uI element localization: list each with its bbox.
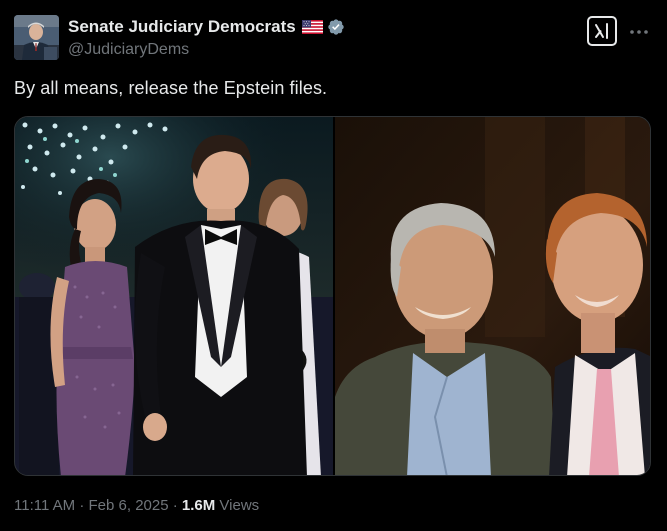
more-options-button[interactable] — [628, 22, 650, 42]
post: Senate Judiciary Democrats @JudiciaryDem… — [0, 0, 667, 531]
photo-1-image — [15, 117, 333, 475]
media-photo-1[interactable] — [15, 117, 333, 475]
verified-badge-icon[interactable] — [327, 18, 345, 36]
post-time[interactable]: 11:11 AM — [14, 497, 75, 514]
views-count[interactable]: 1.6M — [182, 497, 215, 514]
meta-separator: · — [168, 497, 182, 514]
views-label: Views — [215, 497, 260, 514]
author-info[interactable]: Senate Judiciary Democrats @JudiciaryDem… — [68, 16, 345, 59]
grok-button[interactable] — [587, 16, 617, 46]
author-handle[interactable]: @JudiciaryDems — [68, 41, 345, 59]
us-flag-icon — [301, 20, 323, 34]
author-name-row: Senate Judiciary Democrats — [68, 16, 345, 38]
author-display-name[interactable]: Senate Judiciary Democrats — [68, 17, 296, 37]
post-text: By all means, release the Epstein files. — [14, 78, 328, 98]
media-photo-2[interactable] — [335, 117, 650, 475]
author-avatar[interactable] — [14, 15, 59, 60]
grok-icon — [595, 23, 608, 39]
post-date[interactable]: Feb 6, 2025 — [89, 497, 169, 514]
post-meta: 11:11 AM · Feb 6, 2025 · 1.6M Views — [14, 497, 259, 514]
avatar-image — [14, 15, 59, 60]
meta-separator: · — [75, 497, 89, 514]
photo-2-image — [335, 117, 650, 475]
post-media[interactable] — [14, 116, 651, 476]
more-dots-icon — [630, 30, 648, 34]
